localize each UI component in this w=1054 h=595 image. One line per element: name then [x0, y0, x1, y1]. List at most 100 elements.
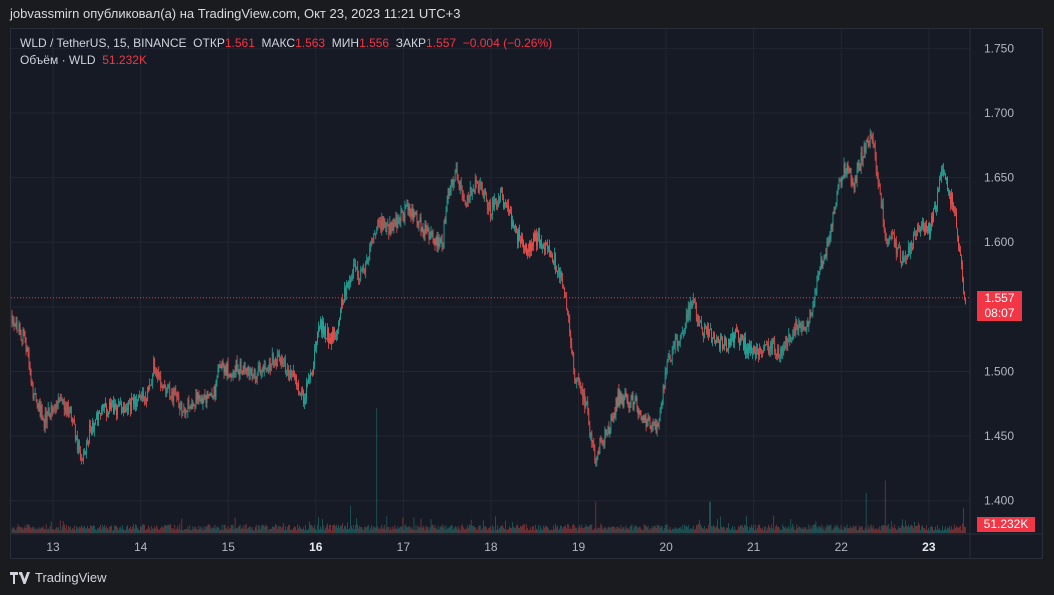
volume-label[interactable]: Объём · WLD: [20, 53, 96, 67]
volume-bar: [304, 530, 305, 533]
volume-bar: [321, 529, 322, 533]
candle-body: [284, 360, 286, 372]
candle-body: [124, 406, 125, 413]
volume-bar: [202, 530, 204, 533]
volume-bar: [376, 408, 378, 533]
candle-body: [395, 217, 397, 226]
volume-bar: [852, 525, 854, 533]
volume-bar: [734, 526, 735, 533]
volume-bar: [276, 528, 278, 533]
volume-bar: [543, 525, 544, 533]
volume-bar: [245, 523, 247, 533]
candlestick-chart[interactable]: 1.7501.7001.6501.6001.5001.4501.40013 14 1…: [0, 0, 1054, 595]
volume-bar: [424, 530, 426, 533]
candle-body: [718, 337, 719, 341]
volume-bar: [439, 527, 441, 533]
candle-body: [343, 301, 344, 304]
candle-body: [686, 314, 688, 320]
candle-body: [113, 401, 114, 413]
candle-body: [722, 337, 723, 349]
candle-body: [169, 385, 171, 397]
volume-bar: [945, 526, 946, 533]
volume-bar: [739, 527, 740, 533]
volume-bar: [688, 529, 690, 533]
candle-body: [192, 404, 194, 409]
volume-bar: [121, 528, 122, 533]
candle-body: [302, 391, 303, 393]
candle-body: [480, 182, 482, 189]
volume-bar: [503, 527, 504, 533]
candle-body: [666, 361, 668, 370]
candle-body: [772, 339, 774, 349]
candle-body: [55, 404, 57, 408]
candle-body: [370, 242, 372, 248]
volume-bar: [711, 526, 712, 533]
candle-body: [168, 385, 170, 387]
volume-bar: [32, 526, 34, 533]
candle-body: [263, 365, 265, 372]
candle-body: [403, 215, 405, 222]
volume-bar: [795, 529, 797, 533]
volume-bar: [512, 522, 513, 533]
x-tick-label: 18: [484, 540, 498, 554]
volume-bar: [237, 527, 239, 533]
volume-bar: [663, 528, 665, 533]
volume-bar: [789, 529, 791, 533]
candle-body: [40, 405, 42, 417]
candle-body: [407, 205, 409, 211]
volume-bar: [515, 528, 516, 533]
candle-body: [508, 204, 509, 210]
x-tick-label: 20: [659, 540, 673, 554]
candle-body: [671, 350, 673, 361]
volume-bar: [391, 529, 393, 533]
volume-bar: [100, 524, 101, 533]
volume-bar: [752, 527, 753, 533]
candle-body: [69, 407, 71, 413]
candle-body: [828, 239, 830, 243]
volume-bar: [70, 529, 72, 533]
volume-bar: [729, 528, 730, 533]
candle-body: [378, 221, 380, 223]
volume-bar: [457, 526, 459, 533]
candle-body: [565, 296, 567, 298]
candle-body: [485, 194, 487, 202]
volume-bar: [160, 528, 162, 533]
volume-bar: [544, 527, 545, 533]
candle-body: [174, 387, 176, 390]
candle-body: [145, 397, 147, 401]
high-value: 1.563: [295, 36, 326, 50]
volume-bar: [848, 528, 850, 533]
volume-bar: [762, 527, 763, 533]
volume-bar: [786, 528, 788, 533]
volume-bar: [706, 528, 707, 533]
candle-body: [123, 406, 124, 412]
candle-body: [24, 331, 26, 339]
volume-bar: [472, 525, 474, 533]
candle-body: [700, 321, 702, 329]
candle-body: [858, 162, 860, 167]
volume-bar: [609, 527, 611, 533]
volume-bar: [462, 527, 464, 533]
candle-body: [746, 347, 747, 354]
volume-bar: [184, 528, 186, 533]
candle-body: [701, 328, 703, 334]
candle-body: [582, 388, 584, 399]
volume-bar: [13, 527, 15, 533]
candle-body: [416, 213, 418, 223]
volume-bar: [390, 527, 392, 533]
symbol-label[interactable]: WLD / TetherUS, 15, BINANCE: [20, 36, 187, 50]
volume-bar: [116, 525, 117, 533]
candle-body: [864, 145, 866, 153]
volume-bar: [874, 528, 876, 533]
candle-body: [463, 198, 465, 201]
volume-bar: [300, 527, 301, 533]
candle-body: [631, 394, 633, 401]
candle-body: [131, 397, 132, 412]
footer-brand[interactable]: TradingView: [10, 570, 107, 585]
candle-body: [283, 360, 285, 363]
volume-bar: [248, 526, 250, 533]
volume-bar: [129, 527, 130, 533]
candle-body: [21, 339, 23, 341]
volume-bar: [264, 524, 266, 533]
candle-body: [792, 333, 794, 340]
